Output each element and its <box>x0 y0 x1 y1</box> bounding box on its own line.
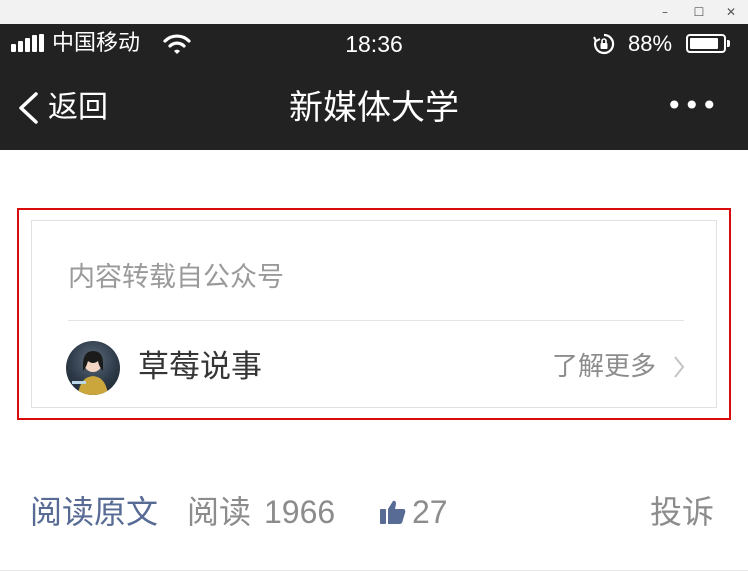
thumbs-up-icon[interactable] <box>379 499 407 525</box>
back-label: 返回 <box>48 90 108 125</box>
chevron-left-icon <box>19 92 38 124</box>
chevron-right-icon <box>674 356 685 378</box>
reprint-card[interactable]: 内容转载自公众号 草莓说事 了解更多 <box>31 220 717 408</box>
page-title: 新媒体大学 <box>289 88 459 128</box>
back-button[interactable]: 返回 <box>16 86 126 130</box>
reads-label: 阅读 <box>187 493 252 531</box>
more-button[interactable]: ••• <box>666 84 719 128</box>
carrier-label: 中国移动 <box>52 31 141 56</box>
account-avatar[interactable] <box>66 341 120 395</box>
reprint-header: 内容转载自公众号 <box>68 262 284 293</box>
window-titlebar: – ☐ ✕ <box>0 0 748 24</box>
account-name[interactable]: 草莓说事 <box>138 347 262 387</box>
complain-link[interactable]: 投诉 <box>650 491 714 533</box>
highlight-box: 内容转载自公众号 草莓说事 了解更多 <box>17 208 731 420</box>
status-time: 18:36 <box>345 31 403 57</box>
likes-count[interactable]: 27 <box>412 491 448 533</box>
close-button[interactable]: ✕ <box>714 0 748 24</box>
footer-divider <box>0 570 748 571</box>
wifi-icon <box>163 34 191 54</box>
signal-icon <box>11 34 44 52</box>
card-divider <box>68 320 684 321</box>
rotation-lock-icon <box>593 33 615 55</box>
avatar-figure-icon <box>72 351 108 395</box>
minimize-button[interactable]: – <box>648 0 682 24</box>
status-bar: 中国移动 18:36 88% <box>0 24 748 64</box>
nav-bar: 返回 新媒体大学 ••• <box>0 64 748 150</box>
learn-more-link[interactable]: 了解更多 <box>552 350 656 384</box>
battery-percent: 88% <box>628 31 673 56</box>
battery-tip <box>727 40 730 47</box>
maximize-button[interactable]: ☐ <box>682 0 716 24</box>
article-footer: 阅读原文 阅读 1966 27 投诉 <box>0 480 748 544</box>
reads-count: 1966 <box>264 494 336 530</box>
battery-icon <box>686 34 726 53</box>
read-original-link[interactable]: 阅读原文 <box>30 491 158 533</box>
